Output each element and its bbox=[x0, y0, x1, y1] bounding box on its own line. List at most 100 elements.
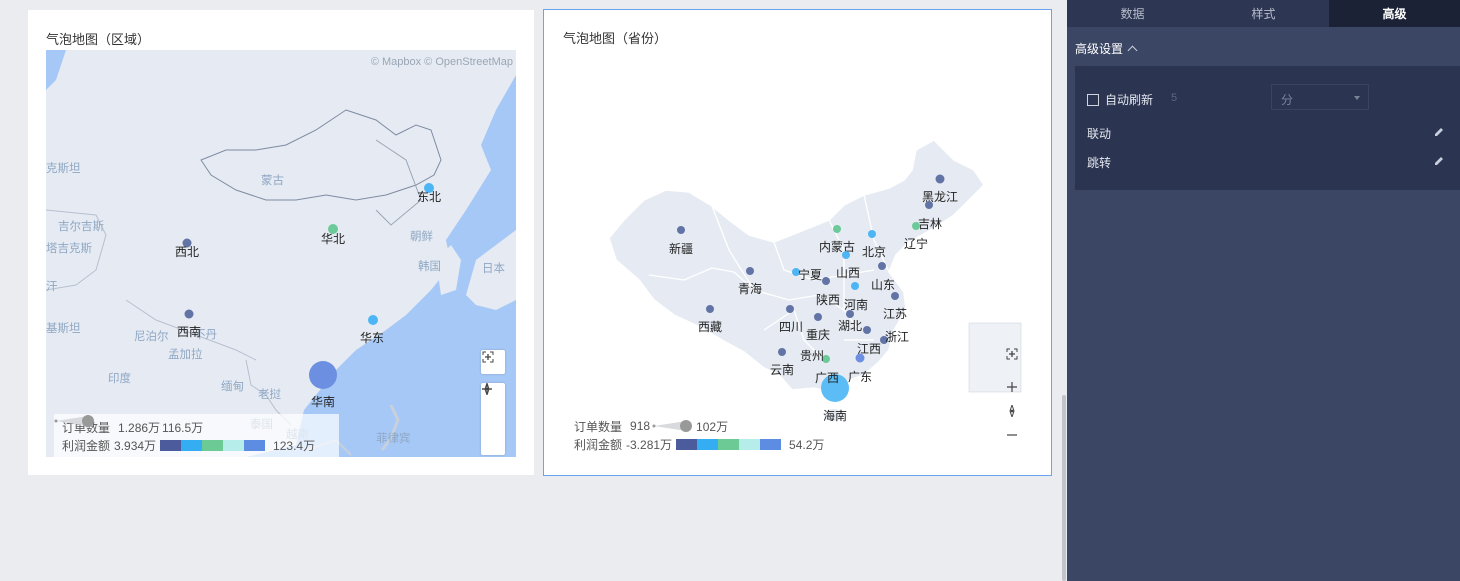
bubble-province[interactable] bbox=[878, 262, 886, 270]
color-legend-min: -3.281万 bbox=[626, 437, 673, 452]
jump-label: 跳转 bbox=[1087, 156, 1112, 170]
bubble-province[interactable] bbox=[842, 251, 850, 259]
basemap-label: 老挝 bbox=[258, 389, 281, 401]
card-title: 气泡地图（区域） bbox=[46, 32, 151, 47]
advanced-settings-body: 自动刷新 5 分 联动 跳转 bbox=[1075, 66, 1460, 190]
bubble-province[interactable] bbox=[863, 326, 871, 334]
auto-refresh-checkbox[interactable] bbox=[1087, 93, 1099, 106]
province-label: 广西 bbox=[814, 371, 840, 385]
zoom-in-button[interactable] bbox=[1000, 375, 1024, 399]
bubble-province[interactable] bbox=[822, 277, 830, 285]
province-label: 陕西 bbox=[815, 293, 841, 307]
province-label: 新疆 bbox=[668, 242, 694, 256]
basemap-label: 印度 bbox=[108, 373, 131, 385]
bubble-province[interactable] bbox=[786, 305, 794, 313]
refresh-unit-value: 分 bbox=[1281, 93, 1294, 107]
color-legend-label: 利润金额 bbox=[62, 438, 111, 453]
size-legend-max: 116.5万 bbox=[162, 420, 204, 435]
edit-jump-icon[interactable] bbox=[1432, 154, 1446, 168]
zoom-out-button[interactable] bbox=[1000, 423, 1024, 447]
bubble-map-region-card: 气泡地图（区域） © Mapbox © OpenStreetMap 蒙古 克斯坦… bbox=[28, 10, 534, 475]
caret-down-icon bbox=[1354, 96, 1360, 100]
tab-data[interactable]: 数据 bbox=[1067, 0, 1198, 27]
basemap bbox=[46, 50, 516, 457]
bubble-province[interactable] bbox=[891, 292, 899, 300]
size-legend-min: 1.286万 bbox=[118, 420, 161, 435]
auto-refresh-interval-input[interactable]: 5 bbox=[1171, 92, 1177, 104]
bubble-province[interactable] bbox=[833, 225, 841, 233]
edit-link-icon[interactable] bbox=[1432, 125, 1446, 139]
bubble-province[interactable] bbox=[851, 282, 859, 290]
province-label: 云南 bbox=[769, 363, 795, 377]
refresh-unit-select[interactable]: 分 bbox=[1271, 84, 1369, 110]
bubble-province[interactable] bbox=[935, 174, 945, 184]
locate-button[interactable] bbox=[481, 383, 505, 431]
province-label: 宁夏 bbox=[797, 268, 823, 282]
settings-panel: 数据 样式 高级 高级设置 自动刷新 5 分 联动 跳转 bbox=[1067, 0, 1460, 581]
size-legend-label: 订单数量 bbox=[574, 419, 623, 434]
region-label: 西南 bbox=[176, 325, 202, 339]
fullscreen-button[interactable] bbox=[1000, 342, 1024, 366]
bubble-province[interactable] bbox=[912, 222, 920, 230]
compass-icon bbox=[1009, 405, 1015, 417]
basemap-label: 孟加拉 bbox=[168, 349, 203, 361]
canvas-scrollbar[interactable] bbox=[1062, 395, 1066, 581]
color-scale bbox=[160, 439, 266, 451]
tab-style[interactable]: 样式 bbox=[1198, 0, 1329, 27]
bubble-huadong[interactable] bbox=[368, 315, 378, 325]
bubble-province[interactable] bbox=[814, 313, 822, 321]
color-scale bbox=[676, 438, 782, 450]
map-attribution: © Mapbox © OpenStreetMap bbox=[370, 56, 513, 68]
basemap-label: 缅甸 bbox=[221, 381, 244, 393]
bubble-province[interactable] bbox=[855, 353, 865, 363]
auto-refresh-row: 自动刷新 bbox=[1087, 91, 1153, 108]
bubble-province[interactable] bbox=[778, 348, 786, 356]
basemap-label: 汗 bbox=[46, 281, 58, 293]
china-province-map[interactable] bbox=[544, 10, 1053, 477]
province-label: 江苏 bbox=[882, 307, 908, 321]
province-label: 北京 bbox=[861, 245, 887, 259]
bubble-province[interactable] bbox=[706, 305, 714, 313]
province-label: 青海 bbox=[737, 282, 763, 296]
link-label: 联动 bbox=[1087, 127, 1112, 141]
bubble-province[interactable] bbox=[677, 226, 685, 234]
size-legend: 订单数量 918 102万 bbox=[574, 417, 832, 435]
province-label: 山东 bbox=[870, 278, 896, 292]
minus-icon bbox=[482, 388, 492, 390]
minus-icon bbox=[1007, 434, 1017, 436]
color-legend: 利润金额 -3.281万 54.2万 bbox=[574, 435, 832, 453]
province-label: 四川 bbox=[778, 320, 804, 334]
locate-button[interactable] bbox=[1000, 399, 1024, 423]
bubble-province[interactable] bbox=[746, 267, 754, 275]
basemap-label: 朝鲜 bbox=[410, 231, 433, 243]
color-legend-label: 利润金额 bbox=[574, 437, 623, 452]
bubble-huanan[interactable] bbox=[309, 361, 337, 389]
section-title: 高级设置 bbox=[1075, 42, 1124, 56]
region-map[interactable]: © Mapbox © OpenStreetMap 蒙古 克斯坦 吉尔吉斯 塔吉克… bbox=[46, 50, 516, 457]
fullscreen-icon bbox=[1000, 342, 1024, 366]
basemap-label: 克斯坦 bbox=[46, 163, 81, 175]
link-row: 联动 bbox=[1087, 125, 1111, 142]
panel-tabs: 数据 样式 高级 bbox=[1067, 0, 1460, 27]
basemap-label: 菲律宾 bbox=[376, 433, 411, 445]
province-label: 广东 bbox=[847, 370, 873, 384]
province-label: 辽宁 bbox=[903, 237, 929, 251]
bubble-xinan[interactable] bbox=[184, 309, 194, 319]
province-label: 浙江 bbox=[884, 330, 910, 344]
tab-advanced[interactable]: 高级 bbox=[1329, 0, 1460, 27]
zoom-controls bbox=[1000, 375, 1024, 447]
bubble-province[interactable] bbox=[868, 230, 876, 238]
map-legend: 订单数量 918 102万 利润金额 -3.281万 54.2万 bbox=[574, 417, 832, 453]
region-label: 华南 bbox=[310, 395, 336, 409]
fullscreen-button[interactable] bbox=[481, 350, 505, 374]
bubble-province[interactable] bbox=[925, 201, 933, 209]
region-label: 西北 bbox=[174, 245, 200, 259]
bubble-map-province-card: 气泡地图（省份） 黑龙江 吉林 辽宁 内蒙古 北京 新疆 宁夏 山西 青海 山东… bbox=[543, 9, 1052, 476]
basemap-label: 基斯坦 bbox=[46, 323, 81, 335]
size-legend-max: 102万 bbox=[696, 419, 729, 434]
advanced-settings-header[interactable]: 高级设置 bbox=[1075, 40, 1138, 57]
region-label: 东北 bbox=[416, 190, 442, 204]
zoom-out-button[interactable] bbox=[481, 388, 505, 455]
chevron-up-icon bbox=[1127, 45, 1138, 56]
province-label: 重庆 bbox=[805, 328, 831, 342]
